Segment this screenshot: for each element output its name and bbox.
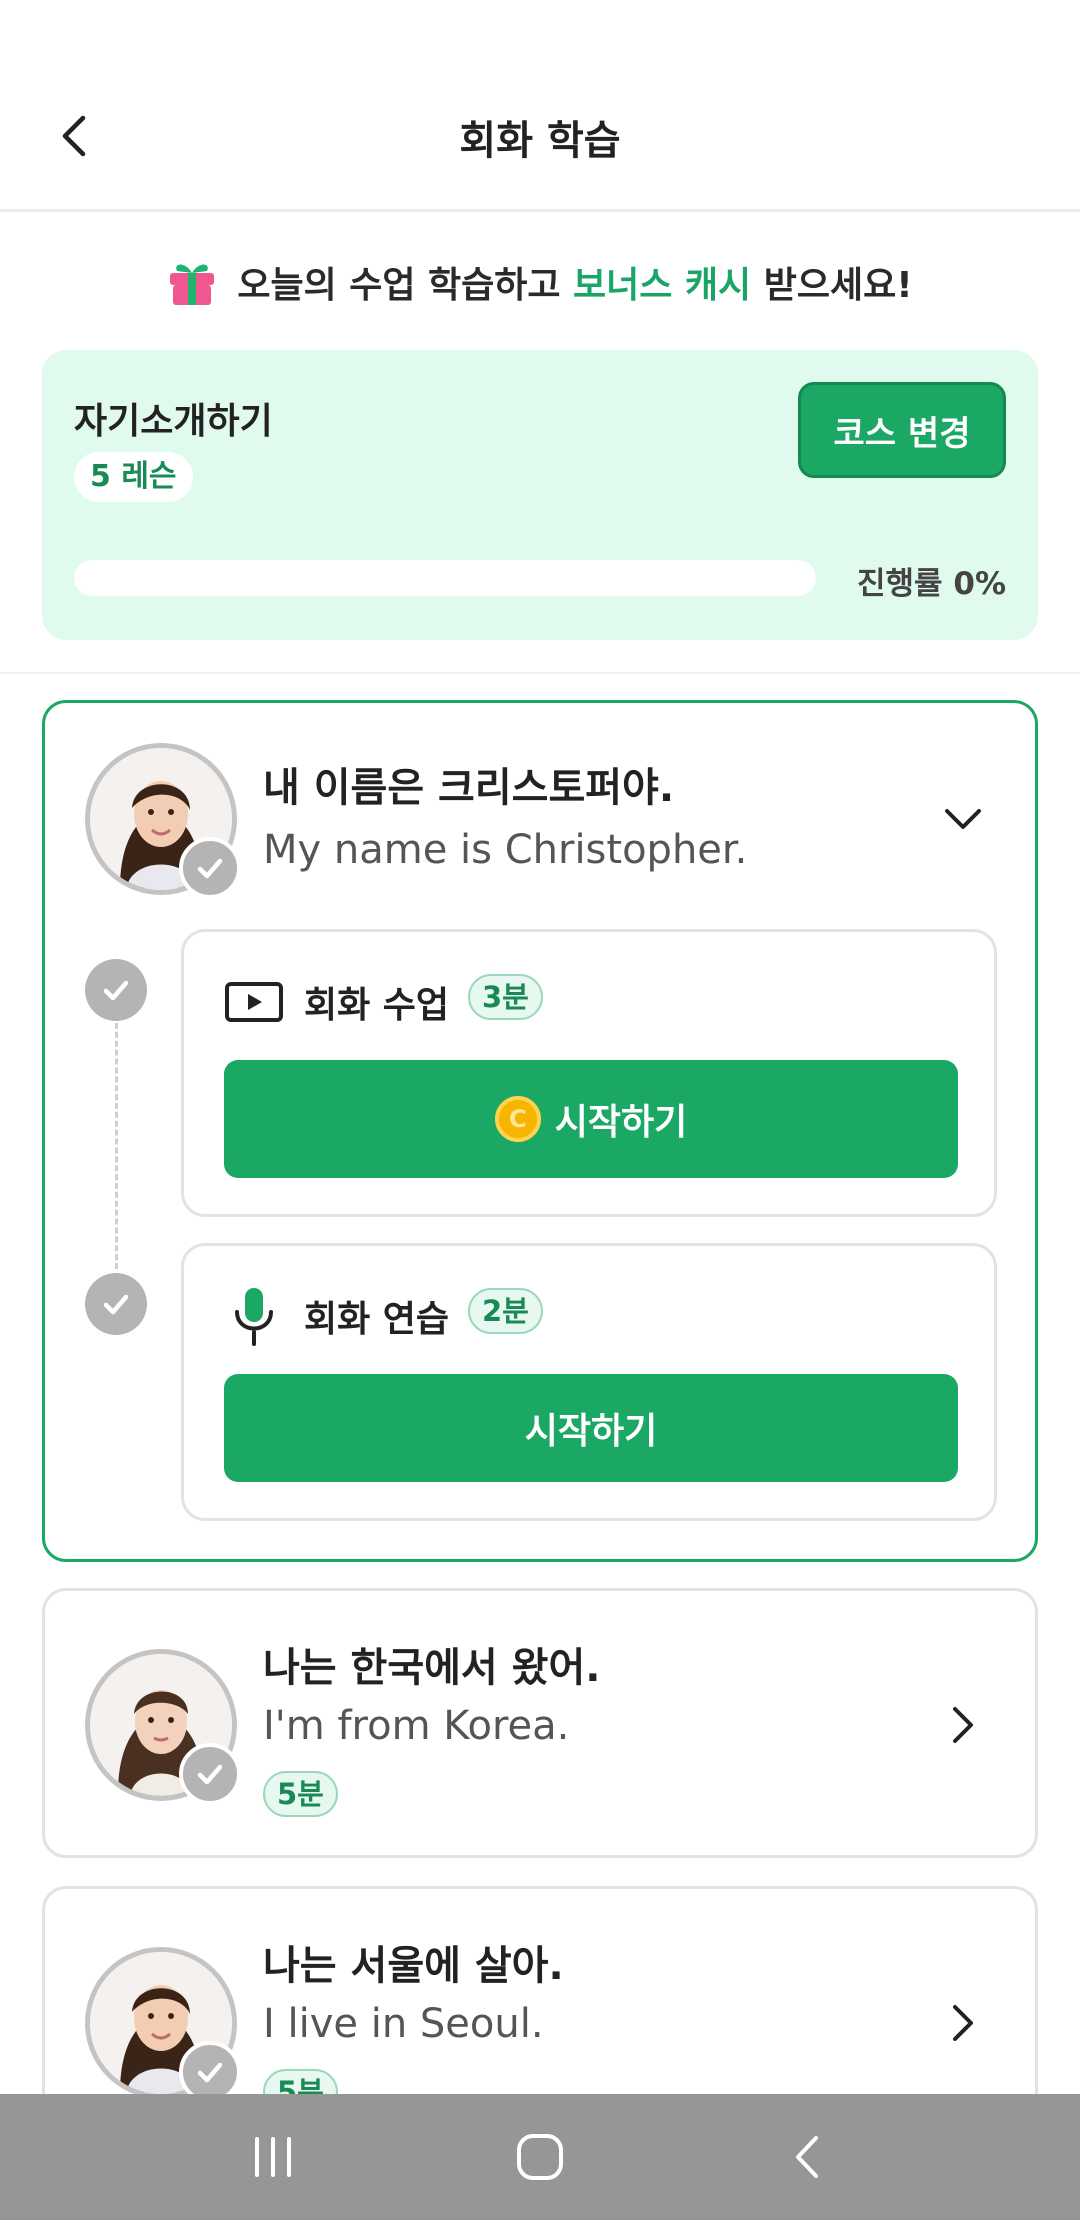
promo-prefix: 오늘의 수업 학습하고 <box>237 265 574 306</box>
home-button[interactable] <box>495 2112 585 2202</box>
step-connector <box>115 1023 118 1269</box>
lesson-english: I'm from Korea. <box>263 1703 570 1749</box>
duration-badge: 3분 <box>468 974 543 1020</box>
lesson-card-expanded[interactable]: 내 이름은 크리스토퍼야. My name is Christopher. 회화… <box>42 700 1038 1562</box>
activity-card-lesson: 회화 수업 3분 C 시작하기 <box>181 929 997 1217</box>
chevron-right-icon <box>953 2005 973 2041</box>
course-card: 자기소개하기 5 레슨 코스 변경 진행률 0% <box>42 350 1038 640</box>
progress-label: 진행률 0% <box>857 566 1006 602</box>
promo-highlight: 보너스 캐시 <box>573 265 752 306</box>
lesson-avatar <box>85 1947 241 2103</box>
divider <box>0 672 1080 674</box>
page-title: 회화 학습 <box>459 118 621 164</box>
video-play-icon <box>224 972 284 1032</box>
collapse-button[interactable] <box>939 795 987 843</box>
lesson-korean: 나는 서울에 살아. <box>263 1943 564 1989</box>
start-button[interactable]: 시작하기 <box>224 1374 958 1482</box>
back-icon <box>795 2136 818 2178</box>
completed-check-icon <box>179 837 241 899</box>
lesson-korean: 내 이름은 크리스토퍼야. <box>263 765 675 811</box>
activity-label: 회화 수업 <box>304 985 450 1026</box>
lesson-avatar <box>85 743 241 899</box>
completed-check-icon <box>179 1743 241 1805</box>
start-button[interactable]: C 시작하기 <box>224 1060 958 1178</box>
recent-apps-icon <box>255 2137 292 2177</box>
activity-label: 회화 연습 <box>304 1299 450 1340</box>
lesson-avatar <box>85 1649 241 1805</box>
system-navigation-bar <box>0 2094 1080 2220</box>
progress-bar <box>74 560 816 596</box>
lesson-card[interactable]: 나는 한국에서 왔어. I'm from Korea. 5분 <box>42 1588 1038 1858</box>
start-button-label: 시작하기 <box>524 1411 658 1452</box>
coin-icon: C <box>494 1096 541 1142</box>
gift-icon <box>170 264 215 305</box>
page: 회화 학습 오늘의 수업 학습하고 보너스 캐시 받으세요! 자기소개하기 5 … <box>0 0 1080 2220</box>
promo-banner: 오늘의 수업 학습하고 보너스 캐시 받으세요! <box>0 250 1080 314</box>
step-check-icon <box>85 1273 147 1335</box>
microphone-icon <box>224 1286 284 1346</box>
open-lesson-button[interactable] <box>939 1999 987 2047</box>
chevron-down-icon <box>945 809 981 829</box>
chevron-right-icon <box>953 1707 973 1743</box>
change-course-button[interactable]: 코스 변경 <box>798 382 1006 478</box>
open-lesson-button[interactable] <box>939 1701 987 1749</box>
lesson-count-badge: 5 레슨 <box>74 452 193 502</box>
system-back-button[interactable] <box>762 2112 852 2202</box>
step-check-icon <box>85 959 147 1021</box>
recent-apps-button[interactable] <box>228 2112 318 2202</box>
lesson-english: My name is Christopher. <box>263 827 748 873</box>
app-header: 회화 학습 <box>0 0 1080 212</box>
lesson-korean: 나는 한국에서 왔어. <box>263 1645 601 1691</box>
duration-badge: 5분 <box>263 1771 338 1817</box>
duration-badge: 2분 <box>468 1288 543 1334</box>
home-icon <box>516 2134 563 2180</box>
lesson-english: I live in Seoul. <box>263 2001 544 2047</box>
activity-card-practice: 회화 연습 2분 시작하기 <box>181 1243 997 1521</box>
promo-text: 오늘의 수업 학습하고 보너스 캐시 받으세요! <box>237 256 912 308</box>
course-title: 자기소개하기 <box>74 401 273 442</box>
start-button-label: 시작하기 <box>554 1102 688 1143</box>
promo-suffix: 받으세요! <box>751 265 913 306</box>
